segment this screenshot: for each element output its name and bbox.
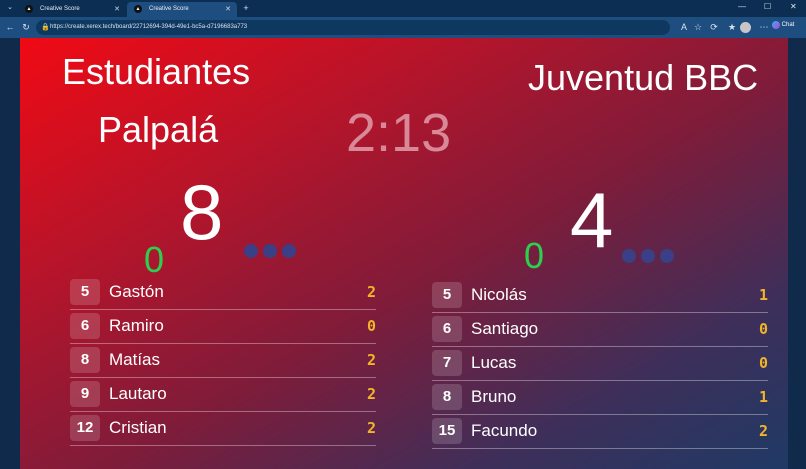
away-score: 4 [570,176,614,264]
timeout-dot [660,249,674,263]
player-row[interactable]: 15 Facundo 2 [432,415,768,449]
tab-title: Creative Score [149,6,189,12]
player-number: 12 [70,415,100,441]
away-roster: 5 Nicolás 1 6 Santiago 0 7 Lucas 0 8 Bru… [432,279,768,449]
close-icon[interactable]: ✕ [114,5,120,13]
player-points: 0 [758,320,768,338]
player-number: 6 [432,316,462,342]
tab-title: Creative Score [40,6,80,12]
player-name: Gastón [109,282,164,301]
away-timeouts [622,249,674,263]
player-row[interactable]: 8 Matías 2 [70,344,376,378]
favorite-icon[interactable]: ☆ [692,21,704,33]
player-row[interactable]: 12 Cristian 2 [70,412,376,446]
timeout-dot [244,244,258,258]
reload-icon[interactable]: ↻ [20,21,32,33]
timeout-dot [622,249,636,263]
player-name: Santiago [471,319,539,338]
maximize-icon[interactable]: ☐ [764,2,771,11]
copilot-icon [772,21,780,29]
creative-score-favicon: ▲ [134,5,142,13]
player-number: 7 [432,350,462,376]
browser-chrome: ⌄ ▲ Creative Score ✕ ▲ Creative Score ✕ … [0,0,806,38]
player-points: 2 [366,419,376,437]
browser-tab-2[interactable]: ▲ Creative Score ✕ [127,2,237,17]
close-window-icon[interactable]: ✕ [790,2,797,11]
home-roster: 5 Gastón 2 6 Ramiro 0 8 Matías 2 9 Lauta… [70,276,376,446]
minimize-icon[interactable]: — [738,2,746,11]
extension-icon[interactable]: ⟳ [708,21,720,33]
player-points: 2 [366,385,376,403]
player-points: 0 [366,317,376,335]
creative-score-favicon: ▲ [25,5,33,13]
player-name: Matías [109,350,161,369]
nav-bar: ← ↻ 🔒 https://create.xerex.tech/board/22… [0,17,806,38]
player-name: Bruno [471,387,517,406]
player-row[interactable]: 5 Nicolás 1 [432,279,768,313]
player-name: Cristian [109,418,167,437]
player-name: Nicolás [471,285,527,304]
player-points: 1 [758,286,768,304]
home-fouls: 0 [144,239,165,280]
timeout-dot [263,244,277,258]
player-name: Facundo [471,421,538,440]
home-score: 8 [180,168,224,256]
player-number: 8 [70,347,100,373]
player-number: 5 [432,282,462,308]
home-timeouts [244,244,296,258]
player-number: 8 [432,384,462,410]
chat-button[interactable]: Chat [772,21,794,29]
player-points: 1 [758,388,768,406]
url-text: https://create.xerex.tech/board/22712694… [50,24,248,30]
address-bar[interactable]: 🔒 https://create.xerex.tech/board/227126… [36,20,670,35]
player-points: 0 [758,354,768,372]
player-number: 5 [70,279,100,305]
player-row[interactable]: 9 Lautaro 2 [70,378,376,412]
player-row[interactable]: 7 Lucas 0 [432,347,768,381]
tab-strip: ⌄ ▲ Creative Score ✕ ▲ Creative Score ✕ … [0,0,806,17]
back-icon[interactable]: ← [4,21,16,33]
player-points: 2 [758,422,768,440]
browser-tab-1[interactable]: ▲ Creative Score ✕ [18,2,126,17]
lock-icon: 🔒 [41,24,50,31]
player-name: Lautaro [109,384,167,403]
read-aloud-icon[interactable]: A [678,21,690,33]
timeout-dot [282,244,296,258]
favorites-bar-icon[interactable]: ★ [726,21,738,33]
home-team-name-line2: Palpalá [98,109,219,150]
scoreboard: Estudiantes Palpalá Juventud BBC 2:13 8 … [20,38,788,469]
player-points: 2 [366,283,376,301]
player-row[interactable]: 8 Bruno 1 [432,381,768,415]
player-number: 15 [432,418,462,444]
more-icon[interactable]: ⋯ [758,21,770,33]
player-number: 9 [70,381,100,407]
close-icon[interactable]: ✕ [225,5,231,13]
player-number: 6 [70,313,100,339]
player-name: Ramiro [109,316,164,335]
player-name: Lucas [471,353,517,372]
home-team-name-line1: Estudiantes [62,51,251,92]
player-row[interactable]: 6 Santiago 0 [432,313,768,347]
player-points: 2 [366,351,376,369]
timeout-dot [641,249,655,263]
game-clock: 2:13 [346,103,452,163]
new-tab-icon[interactable]: + [240,2,252,14]
player-row[interactable]: 5 Gastón 2 [70,276,376,310]
profile-avatar[interactable] [740,22,751,33]
tab-actions-icon[interactable]: ⌄ [4,2,16,14]
player-row[interactable]: 6 Ramiro 0 [70,310,376,344]
away-fouls: 0 [524,235,545,276]
away-team-name: Juventud BBC [528,57,759,98]
